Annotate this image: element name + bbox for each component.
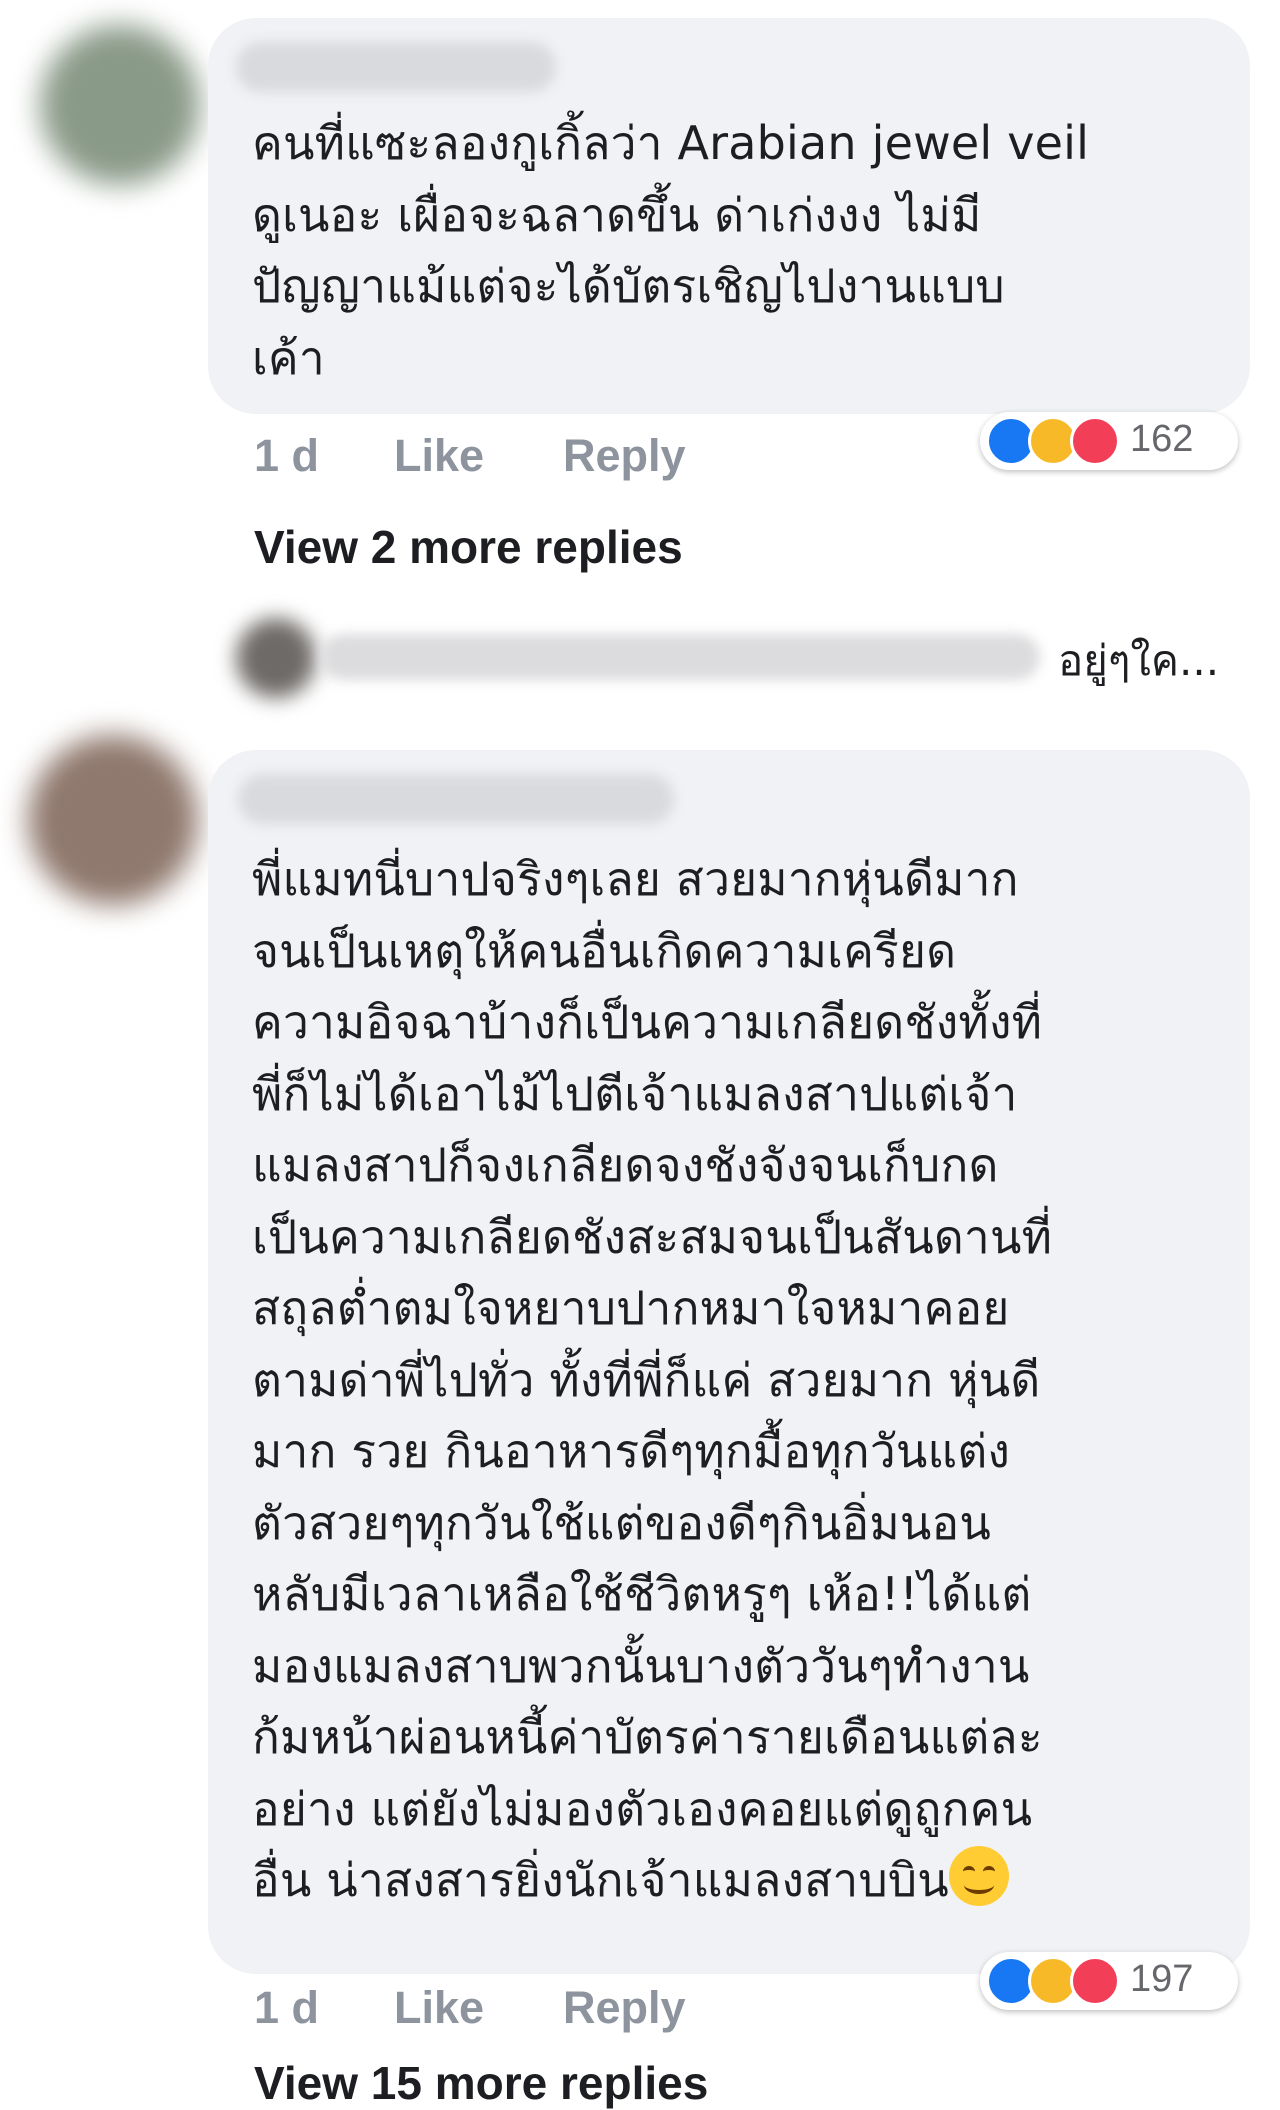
reply-button[interactable]: Reply [563, 430, 686, 482]
timestamp[interactable]: 1 d [254, 1982, 319, 2034]
reaction-count: 162 [1130, 418, 1194, 460]
reactions-summary[interactable]: 162 [980, 412, 1238, 470]
love-icon [1070, 416, 1120, 466]
smiling-face-icon [948, 1846, 1009, 1906]
comment-bubble: คนที่แซะลองกูเกิ้ลว่า Arabian jewel veil… [208, 18, 1250, 414]
comment-text: พี่แมทนี่บาปจริงๆเลย สวยมากหุ่นดีมาก จนเ… [252, 844, 1242, 1917]
reply-author-redacted [320, 634, 1040, 680]
reply-preview[interactable]: อยู่ๆใค... [0, 610, 1280, 700]
avatar[interactable] [40, 25, 200, 185]
like-button[interactable]: Like [394, 430, 484, 482]
love-icon [1070, 1956, 1120, 2006]
comment-1: คนที่แซะลองกูเกิ้ลว่า Arabian jewel veil… [0, 0, 1280, 600]
avatar[interactable] [28, 735, 198, 905]
like-button[interactable]: Like [394, 1982, 484, 2034]
timestamp[interactable]: 1 d [254, 430, 319, 482]
author-name-redacted[interactable] [238, 774, 674, 824]
reaction-count: 197 [1130, 1958, 1194, 2000]
reply-avatar [236, 618, 316, 698]
comment-bubble: พี่แมทนี่บาปจริงๆเลย สวยมากหุ่นดีมาก จนเ… [208, 750, 1250, 1974]
comment-text-content: พี่แมทนี่บาปจริงๆเลย สวยมากหุ่นดีมาก จนเ… [252, 852, 1053, 1907]
reply-preview-text: อยู่ๆใค... [1058, 636, 1220, 685]
comment-text: คนที่แซะลองกูเกิ้ลว่า Arabian jewel veil… [252, 116, 1090, 385]
comment-2: พี่แมทนี่บาปจริงๆเลย สวยมากหุ่นดีมาก จนเ… [0, 720, 1280, 2110]
reactions-summary[interactable]: 197 [980, 1952, 1238, 2010]
reply-button[interactable]: Reply [563, 1982, 686, 2034]
view-more-replies-link[interactable]: View 2 more replies [254, 520, 683, 574]
author-name-redacted[interactable] [236, 42, 556, 92]
view-more-replies-link[interactable]: View 15 more replies [254, 2056, 708, 2110]
